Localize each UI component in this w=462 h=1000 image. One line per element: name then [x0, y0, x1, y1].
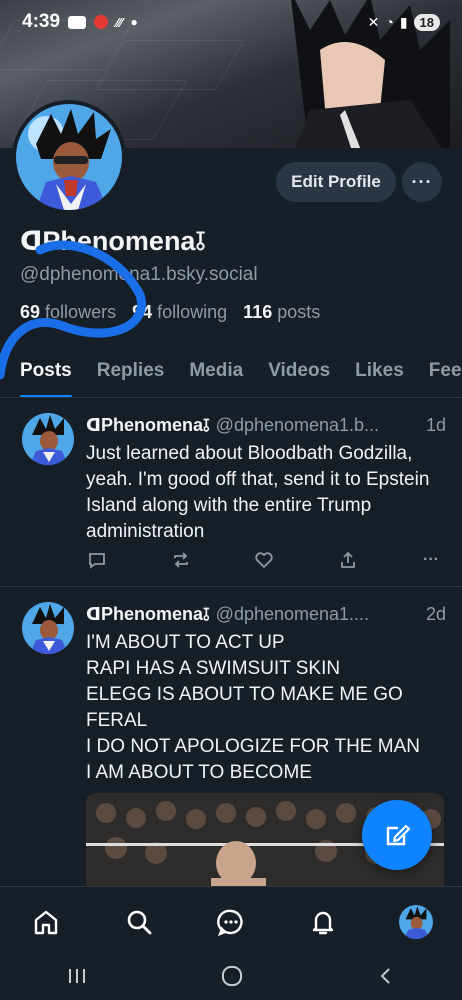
share-icon[interactable]: [337, 549, 359, 571]
bell-icon[interactable]: [303, 902, 343, 942]
edit-profile-button[interactable]: Edit Profile: [276, 162, 396, 202]
repost-icon[interactable]: [170, 549, 192, 571]
post-header: ᗡPhenomena⫱ @dphenomena1.b... 1d: [86, 415, 446, 436]
post-timestamp[interactable]: 1d: [426, 415, 446, 436]
avatar-image: [22, 602, 74, 654]
system-navigation: [0, 956, 462, 1000]
posts-stat: 116 posts: [243, 302, 320, 323]
following-stat[interactable]: 94 following: [132, 302, 227, 323]
more-icon[interactable]: ···: [420, 549, 442, 571]
reply-icon[interactable]: [86, 549, 108, 571]
posts-label: posts: [277, 302, 321, 322]
compose-icon: [386, 824, 411, 846]
post-text-line: I'M ABOUT TO ACT UP: [86, 632, 285, 653]
post-author-name[interactable]: ᗡPhenomena⫱: [86, 415, 210, 436]
wifi-icon: ◔: [385, 14, 394, 30]
post-author-handle[interactable]: @dphenomena1.b...: [216, 415, 422, 436]
profile-stats: 69 followers 94 following 116 posts: [20, 302, 320, 323]
following-count: 94: [132, 302, 153, 322]
tab-posts[interactable]: Posts: [20, 350, 72, 397]
chat-icon[interactable]: [211, 902, 251, 942]
followers-stat[interactable]: 69 followers: [20, 302, 116, 323]
post-text-line: ELEGG IS ABOUT TO MAKE ME GO: [86, 684, 403, 705]
followers-label: followers: [45, 302, 117, 322]
compose-button[interactable]: [362, 800, 432, 870]
avatar-image: [16, 104, 122, 210]
tab-feeds[interactable]: Feeds: [429, 350, 462, 397]
profile-tab-avatar[interactable]: [396, 902, 436, 942]
post-text-line: I DO NOT APOLOGIZE FOR THE MAN: [86, 736, 420, 757]
post-author-name[interactable]: ᗡPhenomena⫱: [86, 604, 210, 625]
profile-tabs: Posts Replies Media Videos Likes Feeds: [0, 350, 462, 398]
status-bar: 4:39 ⁄⁄⁄ ● ✕ ◔ ▮ 18: [0, 0, 462, 44]
search-icon[interactable]: [119, 902, 159, 942]
post-actions: ···: [86, 549, 442, 571]
post-text-line: RAPI HAS A SWIMSUIT SKIN: [86, 658, 341, 679]
tab-replies[interactable]: Replies: [97, 350, 165, 397]
dot-icon: ●: [130, 15, 138, 29]
youtube-notification-icon: [68, 15, 87, 29]
mute-icon: ✕: [367, 13, 380, 30]
heart-icon[interactable]: [253, 549, 275, 571]
home-icon[interactable]: [26, 902, 66, 942]
following-label: following: [157, 302, 228, 322]
battery-indicator: 18: [413, 13, 440, 31]
back-icon[interactable]: [376, 966, 396, 991]
app-notification-icon: [94, 15, 109, 29]
post-author-handle[interactable]: @dphenomena1....: [216, 604, 422, 625]
profile-handle: @dphenomena1.bsky.social: [20, 264, 258, 285]
post-text-line: FERAL: [86, 710, 148, 731]
bottom-navigation: [0, 886, 462, 956]
post-item[interactable]: ᗡPhenomena⫱ @dphenomena1.b... 1d Just le…: [0, 399, 462, 587]
posts-count: 116: [243, 302, 273, 322]
post-text-line: I AM ABOUT TO BECOME: [86, 762, 312, 783]
post-timestamp[interactable]: 2d: [426, 604, 446, 625]
profile-avatar[interactable]: [12, 100, 126, 214]
avatar-image: [22, 413, 74, 465]
post-text: I'M ABOUT TO ACT UP RAPI HAS A SWIMSUIT …: [86, 630, 440, 786]
tab-media[interactable]: Media: [189, 350, 243, 397]
profile-display-name: ᗡPhenomena⫱: [20, 226, 206, 256]
cell-signal-icon: ▮: [399, 13, 408, 30]
tab-likes[interactable]: Likes: [355, 350, 404, 397]
post-author-avatar[interactable]: [22, 602, 74, 654]
avatar-image: [398, 904, 433, 939]
profile-more-button[interactable]: ···: [402, 162, 442, 202]
post-text: Just learned about Bloodbath Godzilla, y…: [86, 443, 430, 542]
status-time: 4:39: [22, 11, 61, 32]
home-button-icon[interactable]: [220, 964, 244, 993]
post-author-avatar[interactable]: [22, 413, 74, 465]
signal-notification-icon: ⁄⁄⁄: [116, 14, 123, 30]
tab-videos[interactable]: Videos: [268, 350, 330, 397]
post-header: ᗡPhenomena⫱ @dphenomena1.... 2d: [86, 604, 446, 625]
recent-apps-icon[interactable]: [66, 966, 88, 991]
followers-count: 69: [20, 302, 41, 322]
